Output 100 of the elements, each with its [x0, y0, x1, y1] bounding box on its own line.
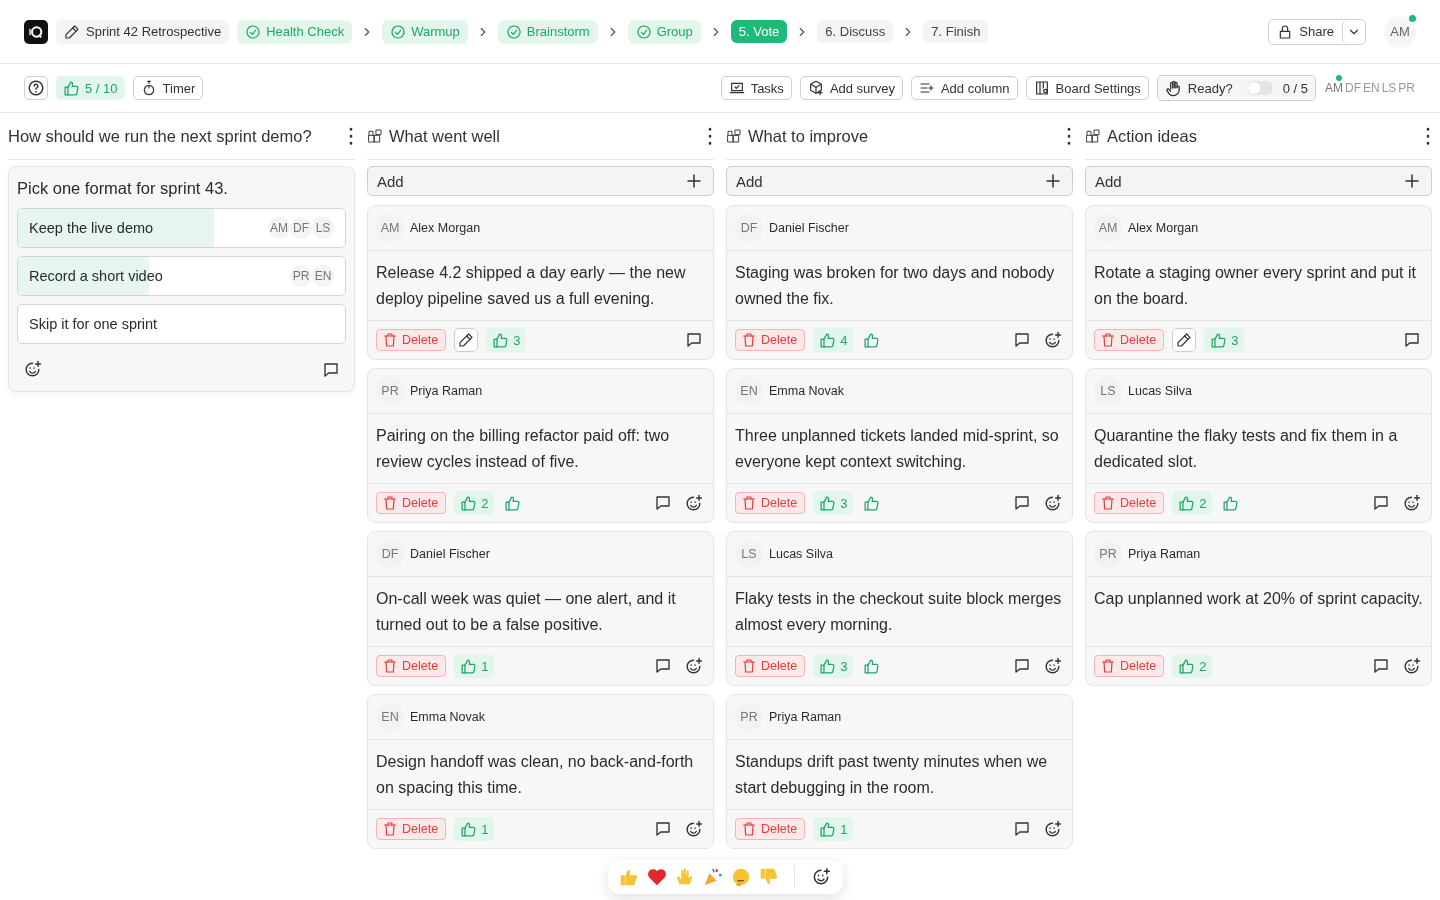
- add-card-button[interactable]: Add: [367, 166, 714, 196]
- toolbar-button[interactable]: Add column: [910, 76, 1018, 100]
- comment-icon: [685, 331, 703, 349]
- card-text: Design handoff was clean, no back-and-forth on spacing this time.: [368, 740, 713, 810]
- delete-button[interactable]: Delete: [735, 818, 806, 840]
- author-avatar: LS: [1094, 377, 1122, 405]
- toolbar-button[interactable]: Tasks: [720, 76, 792, 100]
- poll-option[interactable]: Keep the live demo AM DF LS: [17, 208, 346, 248]
- step-tab[interactable]: 6. Discuss: [817, 20, 894, 43]
- trash-icon: [1100, 658, 1116, 674]
- menu-button[interactable]: [1424, 125, 1432, 147]
- card-text: Flaky tests in the checkout suite block merges almost every morning.: [727, 577, 1072, 647]
- step-tab[interactable]: 5. Vote: [730, 20, 788, 43]
- heart-emoji-icon[interactable]: [646, 866, 668, 888]
- add-card-button[interactable]: Add: [726, 166, 1073, 196]
- voter-avatar: DF: [290, 217, 312, 239]
- delete-button[interactable]: Delete: [1094, 492, 1165, 514]
- step-tab[interactable]: Brainstorm: [497, 19, 598, 44]
- vote-count-button[interactable]: 2: [454, 491, 495, 515]
- author-avatar: DF: [735, 214, 763, 242]
- option-label: Skip it for one sprint: [29, 316, 159, 332]
- help-icon: [27, 79, 45, 97]
- ready-label: Ready?: [1187, 80, 1233, 96]
- step-tab[interactable]: Health Check: [237, 19, 353, 44]
- add-reaction-icon: [1043, 656, 1062, 676]
- delete-button[interactable]: Delete: [376, 655, 447, 677]
- participant-avatar: EN: [1361, 81, 1381, 95]
- add-reaction-icon: [811, 867, 831, 887]
- menu-button[interactable]: [347, 125, 355, 147]
- trash-icon: [741, 821, 757, 837]
- delete-button[interactable]: Delete: [735, 329, 806, 351]
- author-avatar: EN: [735, 377, 763, 405]
- vote-count-button[interactable]: 3: [1204, 328, 1245, 352]
- option-label: Keep the live demo: [29, 220, 155, 236]
- vote-count-button[interactable]: 3: [486, 328, 527, 352]
- more-icon: [1067, 127, 1071, 145]
- online-dot: [1335, 75, 1342, 81]
- plus-icon: [1403, 172, 1421, 190]
- vote-count-button[interactable]: 4: [813, 328, 854, 352]
- ready-count: 0 / 5: [1282, 80, 1308, 96]
- author-name: Priya Raman: [1128, 547, 1201, 561]
- share-dropdown-button[interactable]: [1342, 19, 1365, 44]
- add-reaction-icon: [684, 493, 703, 513]
- card-text: Standups drift past twenty minutes when we start debugging in the room.: [727, 740, 1072, 810]
- step-tab[interactable]: 7. Finish: [923, 20, 989, 43]
- card-text: Release 4.2 shipped a day early — the new deploy pipeline saved us a full evening.: [368, 251, 713, 321]
- poll-option[interactable]: Record a short video PR EN: [17, 256, 346, 296]
- edit-button[interactable]: [1172, 328, 1197, 352]
- ready-toggle[interactable]: [1246, 81, 1273, 95]
- vote-count-button[interactable]: 3: [813, 654, 854, 678]
- poll-option[interactable]: Skip it for one sprint: [17, 304, 346, 344]
- thumbs-up-icon: [863, 331, 881, 349]
- delete-button[interactable]: Delete: [376, 492, 447, 514]
- comment-icon: [654, 820, 672, 838]
- delete-button[interactable]: Delete: [376, 818, 447, 840]
- grid-icon: [1085, 128, 1101, 144]
- toolbar-button[interactable]: Add survey: [799, 76, 903, 100]
- menu-button[interactable]: [1065, 125, 1073, 147]
- thumbs-up-icon: [819, 494, 837, 512]
- plus-icon: [1044, 172, 1062, 190]
- delete-button[interactable]: Delete: [1094, 329, 1165, 351]
- edit-button[interactable]: [454, 328, 479, 352]
- logo-icon[interactable]: [24, 19, 48, 44]
- timer-button[interactable]: Timer: [132, 76, 204, 100]
- party-popper-emoji-icon[interactable]: [702, 866, 724, 888]
- thumbs-up-icon: [63, 79, 80, 97]
- trash-icon: [382, 821, 398, 837]
- author-name: Lucas Silva: [1128, 384, 1192, 398]
- vote-count-button[interactable]: 2: [1172, 491, 1213, 515]
- user-avatar[interactable]: AM: [1384, 15, 1416, 48]
- vote-count-button[interactable]: 2: [1172, 654, 1213, 678]
- step-tab[interactable]: Group: [627, 19, 701, 44]
- delete-button[interactable]: Delete: [735, 492, 806, 514]
- toolbar-button[interactable]: Board Settings: [1025, 76, 1149, 100]
- vote-count-button[interactable]: 1: [813, 817, 854, 841]
- author-avatar: LS: [735, 540, 763, 568]
- vote-count-button[interactable]: 1: [454, 654, 495, 678]
- add-reaction-icon: [1402, 493, 1421, 513]
- voter-avatar: PR: [290, 265, 312, 287]
- trash-icon: [1100, 495, 1116, 511]
- step-tab[interactable]: Warmup: [382, 19, 468, 44]
- delete-button[interactable]: Delete: [1094, 655, 1165, 677]
- add-card-button[interactable]: Add: [1085, 166, 1432, 196]
- add-column-icon: [918, 80, 935, 96]
- author-name: Priya Raman: [769, 710, 842, 724]
- board-title-button[interactable]: Sprint 42 Retrospective: [56, 19, 230, 44]
- vote-count-button[interactable]: 1: [454, 817, 495, 841]
- menu-button[interactable]: [706, 125, 714, 147]
- delete-button[interactable]: Delete: [376, 329, 447, 351]
- vote-count-button[interactable]: 3: [813, 491, 854, 515]
- card-text: Cap unplanned work at 20% of sprint capacity.: [1086, 577, 1431, 647]
- thumbs-up-icon: [1210, 331, 1228, 349]
- trash-icon: [382, 332, 398, 348]
- column-title: What to improve: [748, 126, 870, 146]
- thumbs-up-icon: [1222, 494, 1240, 512]
- more-icon: [1426, 127, 1430, 145]
- help-button[interactable]: [24, 76, 48, 100]
- add-reaction-icon: [1043, 330, 1062, 350]
- delete-button[interactable]: Delete: [735, 655, 806, 677]
- thumbs-up-icon: [504, 494, 522, 512]
